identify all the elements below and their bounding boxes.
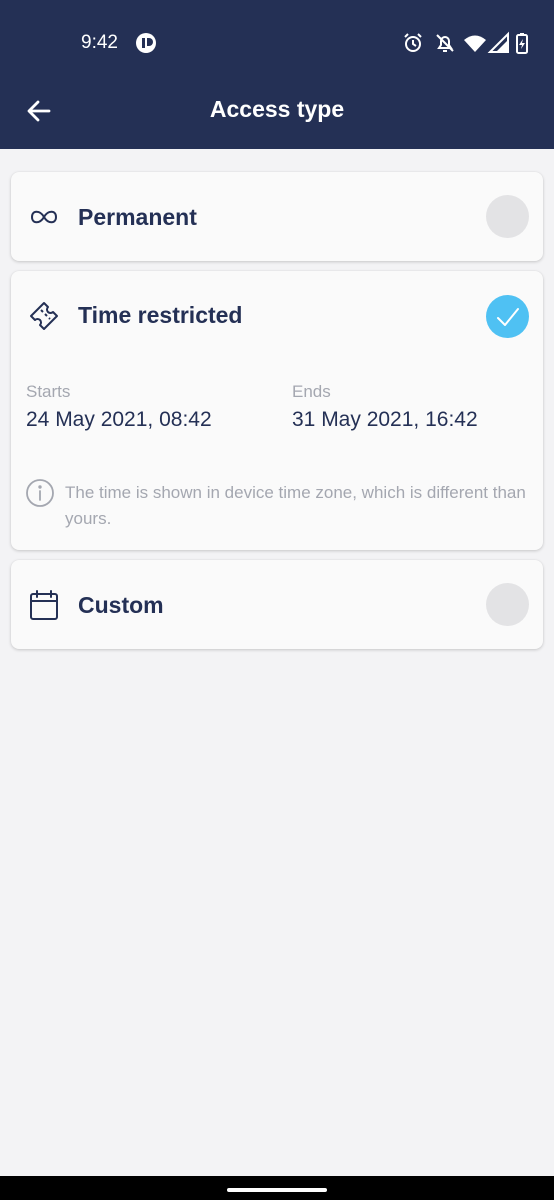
home-indicator[interactable] — [227, 1188, 327, 1192]
status-bar: 9:42 — [0, 0, 554, 86]
option-time-restricted[interactable]: Time restricted — [11, 271, 543, 361]
alarm-icon — [404, 33, 422, 52]
option-time-restricted-card[interactable]: Time restricted Starts 24 May 2021, 08:4… — [11, 271, 543, 550]
battery-charging-icon — [516, 33, 528, 54]
option-permanent[interactable]: Permanent — [11, 172, 543, 263]
timezone-info-text: The time is shown in device time zone, w… — [65, 483, 526, 528]
option-custom[interactable]: Custom — [11, 560, 543, 651]
custom-radio[interactable] — [486, 583, 529, 626]
ends-label: Ends — [292, 382, 331, 401]
option-custom-label: Custom — [78, 592, 164, 618]
ends-value[interactable]: 31 May 2021, 16:42 — [292, 408, 478, 432]
page-title: Access type — [209, 96, 345, 122]
time-restricted-radio[interactable] — [486, 295, 529, 338]
infinity-icon — [27, 200, 61, 234]
app-bar: Access type — [0, 86, 554, 149]
info-icon — [26, 479, 54, 507]
calendar-icon — [27, 588, 61, 622]
permanent-radio[interactable] — [486, 195, 529, 238]
option-custom-card[interactable]: Custom — [11, 560, 543, 649]
app-notification-icon — [136, 33, 156, 53]
option-permanent-card[interactable]: Permanent — [11, 172, 543, 261]
system-nav-bar — [0, 1176, 554, 1200]
checkmark-icon — [496, 307, 519, 326]
status-time: 9:42 — [81, 32, 118, 53]
signal-icon — [487, 31, 509, 53]
starts-value[interactable]: 24 May 2021, 08:42 — [26, 408, 212, 432]
option-permanent-label: Permanent — [78, 204, 197, 230]
starts-label: Starts — [26, 382, 71, 401]
option-time-restricted-label: Time restricted — [78, 302, 243, 328]
ticket-icon — [27, 299, 61, 333]
wifi-icon — [464, 35, 486, 52]
header: 9:42 Access type — [0, 0, 554, 149]
notifications-off-icon — [436, 34, 454, 52]
